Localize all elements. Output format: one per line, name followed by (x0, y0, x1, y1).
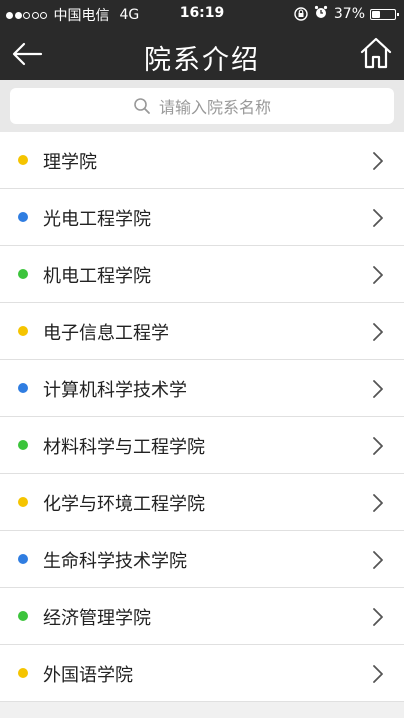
battery-icon (370, 8, 399, 20)
department-label: 电子信息工程学 (43, 323, 169, 344)
chevron-right-icon (373, 551, 383, 569)
status-dot (18, 155, 28, 165)
search-placeholder: 请输入院系名称 (158, 98, 271, 117)
department-label: 外国语学院 (43, 665, 133, 686)
status-dot (18, 440, 28, 450)
chevron-right-icon (373, 608, 383, 626)
department-list: 理学院光电工程学院 机电工程学院 电子信息工程学 计算机科学技术学 材料科学与工程学院化… (0, 132, 404, 702)
status-bar: 中国电信 4G 16:19 37% (0, 0, 404, 28)
chevron-right-icon (373, 380, 383, 398)
alarm-icon (314, 5, 327, 18)
list-item[interactable]: 理学院 (0, 132, 404, 189)
list-item[interactable]: 化学与环境工程学院 (0, 474, 404, 531)
list-item[interactable]: 生命科学技术学院 (0, 531, 404, 588)
department-label: 机电工程学院 (43, 266, 151, 287)
status-right: 37% (294, 5, 399, 23)
chevron-right-icon (373, 323, 383, 341)
status-dot (18, 212, 28, 222)
status-dot (18, 611, 28, 621)
department-label: 理学院 (43, 152, 97, 173)
search-icon (134, 98, 150, 114)
department-label: 计算机科学技术学 (43, 380, 187, 401)
battery-level-fill (372, 10, 381, 18)
chevron-right-icon (373, 494, 383, 512)
list-item[interactable]: 经济管理学院 (0, 588, 404, 645)
search-input[interactable]: 请输入院系名称 (10, 88, 394, 124)
status-dot (18, 269, 28, 279)
department-label: 经济管理学院 (43, 608, 151, 629)
status-dot (18, 554, 28, 564)
nav-bar: 院系介绍 (0, 28, 404, 80)
search-area: 请输入院系名称 (0, 80, 404, 132)
home-icon (360, 37, 392, 69)
chevron-right-icon (373, 665, 383, 683)
list-item[interactable]: 外国语学院 (0, 645, 404, 702)
chevron-right-icon (373, 266, 383, 284)
list-item[interactable]: 光电工程学院 (0, 189, 404, 246)
department-label: 化学与环境工程学院 (43, 494, 205, 515)
orientation-lock-icon (294, 7, 308, 21)
list-item[interactable]: 材料科学与工程学院 (0, 417, 404, 474)
list-item[interactable]: 电子信息工程学 (0, 303, 404, 360)
home-button[interactable] (358, 35, 394, 71)
page-title: 院系介绍 (144, 45, 260, 76)
chevron-right-icon (373, 437, 383, 455)
chevron-right-icon (373, 152, 383, 170)
status-dot (18, 383, 28, 393)
list-item[interactable]: 计算机科学技术学 (0, 360, 404, 417)
chevron-right-icon (373, 209, 383, 227)
department-label: 生命科学技术学院 (43, 551, 187, 572)
battery-percent: 37% (333, 6, 365, 22)
status-dot (18, 497, 28, 507)
status-dot (18, 326, 28, 336)
list-item[interactable]: 机电工程学院 (0, 246, 404, 303)
status-dot (18, 668, 28, 678)
department-label: 材料科学与工程学院 (43, 437, 205, 458)
department-label: 光电工程学院 (43, 209, 151, 230)
